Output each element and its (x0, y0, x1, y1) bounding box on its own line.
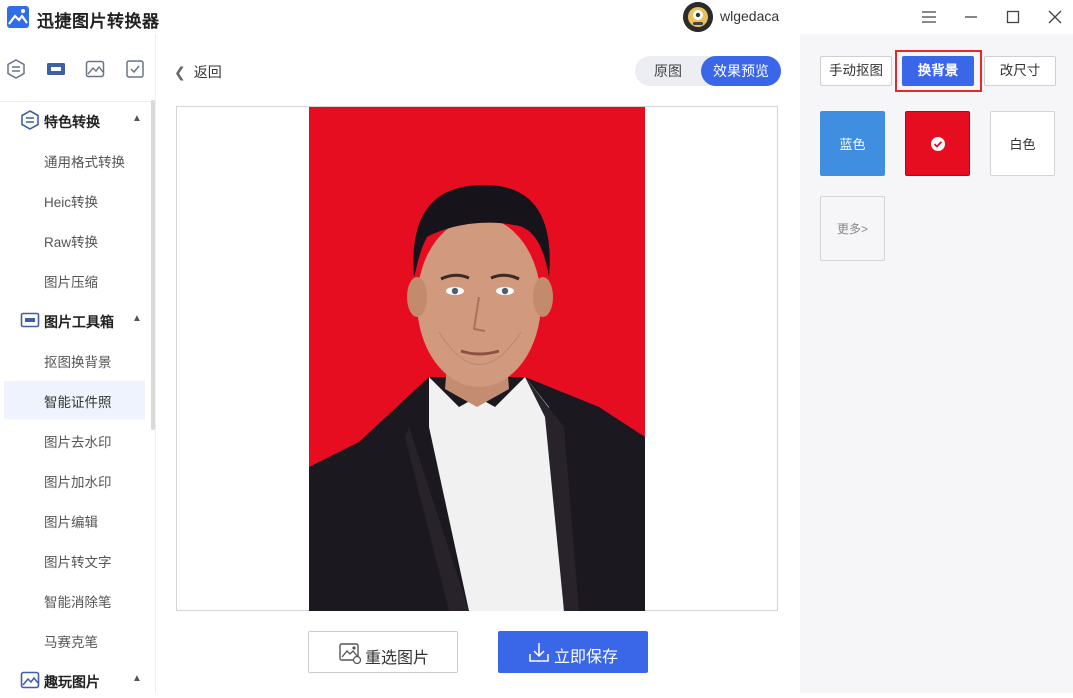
menu-button[interactable] (916, 4, 942, 30)
chevron-up-icon: ▲ (132, 673, 142, 684)
sidebar-item-general-format[interactable]: 通用格式转换 (4, 141, 145, 179)
sidebar-item-mosaic[interactable]: 马赛克笔 (4, 621, 145, 659)
sidebar-item-smart-eraser[interactable]: 智能消除笔 (4, 581, 145, 619)
toggle-original[interactable]: 原图 (635, 56, 701, 86)
reselect-image-button[interactable]: 重选图片 (308, 631, 458, 673)
swatch-white[interactable]: 白色 (990, 111, 1055, 176)
section-label: 趣玩图片 (44, 674, 100, 690)
sidebar-item-label: Raw转换 (44, 235, 99, 250)
swatch-more[interactable]: 更多> (820, 196, 885, 261)
minimize-button[interactable] (958, 4, 984, 30)
image-icon (20, 671, 40, 689)
check-icon[interactable] (125, 59, 145, 79)
sidebar-item-label: 抠图换背景 (44, 355, 112, 370)
close-icon (1048, 10, 1062, 24)
sidebar-item-label: 智能证件照 (44, 395, 112, 410)
sidebar-item-label: 马赛克笔 (44, 635, 98, 650)
maximize-icon (1006, 10, 1020, 24)
back-label: 返回 (193, 64, 222, 80)
section-label: 特色转换 (44, 114, 100, 130)
image-icon[interactable] (85, 59, 105, 79)
sidebar-item-label: 图片加水印 (44, 475, 112, 490)
maximize-button[interactable] (1000, 4, 1026, 30)
app-title: 迅捷图片转换器 (37, 12, 160, 31)
section-image-toolbox[interactable]: 图片工具箱 ▲ (0, 302, 150, 338)
view-toggle: 原图 效果预览 (635, 56, 781, 86)
section-special-convert[interactable]: 特色转换 ▲ (0, 102, 150, 138)
chevron-up-icon: ▲ (132, 313, 142, 324)
sidebar-item-id-photo[interactable]: 智能证件照 (4, 381, 145, 419)
sidebar-quick-icons (0, 34, 156, 102)
sidebar-item-image-edit[interactable]: 图片编辑 (4, 501, 145, 539)
sidebar-item-raw[interactable]: Raw转换 (4, 221, 145, 259)
tab-manual-cutout[interactable]: 手动抠图 (820, 56, 892, 86)
toggle-preview[interactable]: 效果预览 (701, 56, 781, 86)
sidebar-item-label: 图片压缩 (44, 275, 98, 290)
save-now-button[interactable]: 立即保存 (498, 631, 648, 673)
sidebar-item-compress[interactable]: 图片压缩 (4, 261, 145, 299)
save-label: 立即保存 (554, 649, 619, 666)
close-button[interactable] (1042, 4, 1068, 30)
title-bar: 迅捷图片转换器 wlgedaca (0, 0, 1073, 34)
right-panel: 手动抠图 换背景 改尺寸 蓝色 白色 更多> (800, 34, 1073, 693)
sidebar-item-label: 图片转文字 (44, 555, 112, 570)
convert-icon (21, 110, 39, 130)
sidebar-item-image-to-text[interactable]: 图片转文字 (4, 541, 145, 579)
sidebar: 特色转换 ▲ 通用格式转换 Heic转换 Raw转换 图片压缩 图片工具箱 ▲ … (0, 34, 156, 693)
convert-icon[interactable] (6, 59, 26, 79)
sidebar-scrollbar[interactable] (151, 100, 155, 430)
swatch-blue[interactable]: 蓝色 (820, 111, 885, 176)
sidebar-item-label: Heic转换 (44, 195, 99, 210)
chevron-up-icon: ▲ (132, 113, 142, 124)
sidebar-item-heic[interactable]: Heic转换 (4, 181, 145, 219)
menu-icon (922, 11, 936, 23)
back-button[interactable]: ❮ 返回 (174, 62, 222, 82)
image-replace-icon (339, 643, 361, 664)
sidebar-item-label: 智能消除笔 (44, 595, 112, 610)
avatar[interactable] (683, 2, 713, 32)
id-photo (309, 107, 645, 611)
image-canvas (176, 106, 778, 611)
section-label: 图片工具箱 (44, 314, 114, 330)
reselect-label: 重选图片 (365, 650, 430, 667)
check-circle-icon (930, 136, 945, 151)
tab-resize[interactable]: 改尺寸 (984, 56, 1056, 86)
download-icon (529, 643, 549, 662)
chevron-left-icon: ❮ (174, 64, 186, 80)
sidebar-item-label: 通用格式转换 (44, 155, 125, 170)
minimize-icon (965, 16, 977, 18)
portrait-image (309, 107, 645, 611)
tab-highlight-box (895, 50, 982, 92)
app-logo-icon (7, 6, 29, 28)
toolbox-icon[interactable] (46, 59, 66, 79)
swatch-red[interactable] (905, 111, 970, 176)
swatch-label: 白色 (1009, 137, 1036, 152)
sidebar-item-cutout-background[interactable]: 抠图换背景 (4, 341, 145, 379)
sidebar-item-add-watermark[interactable]: 图片加水印 (4, 461, 145, 499)
swatch-label: 更多> (836, 222, 868, 236)
sidebar-item-remove-watermark[interactable]: 图片去水印 (4, 421, 145, 459)
sidebar-item-label: 图片编辑 (44, 515, 98, 530)
username[interactable]: wlgedaca (720, 8, 779, 24)
avatar-icon (683, 2, 713, 32)
sidebar-item-label: 图片去水印 (44, 435, 112, 450)
swatch-label: 蓝色 (839, 137, 866, 152)
toolbox-icon (20, 312, 40, 328)
